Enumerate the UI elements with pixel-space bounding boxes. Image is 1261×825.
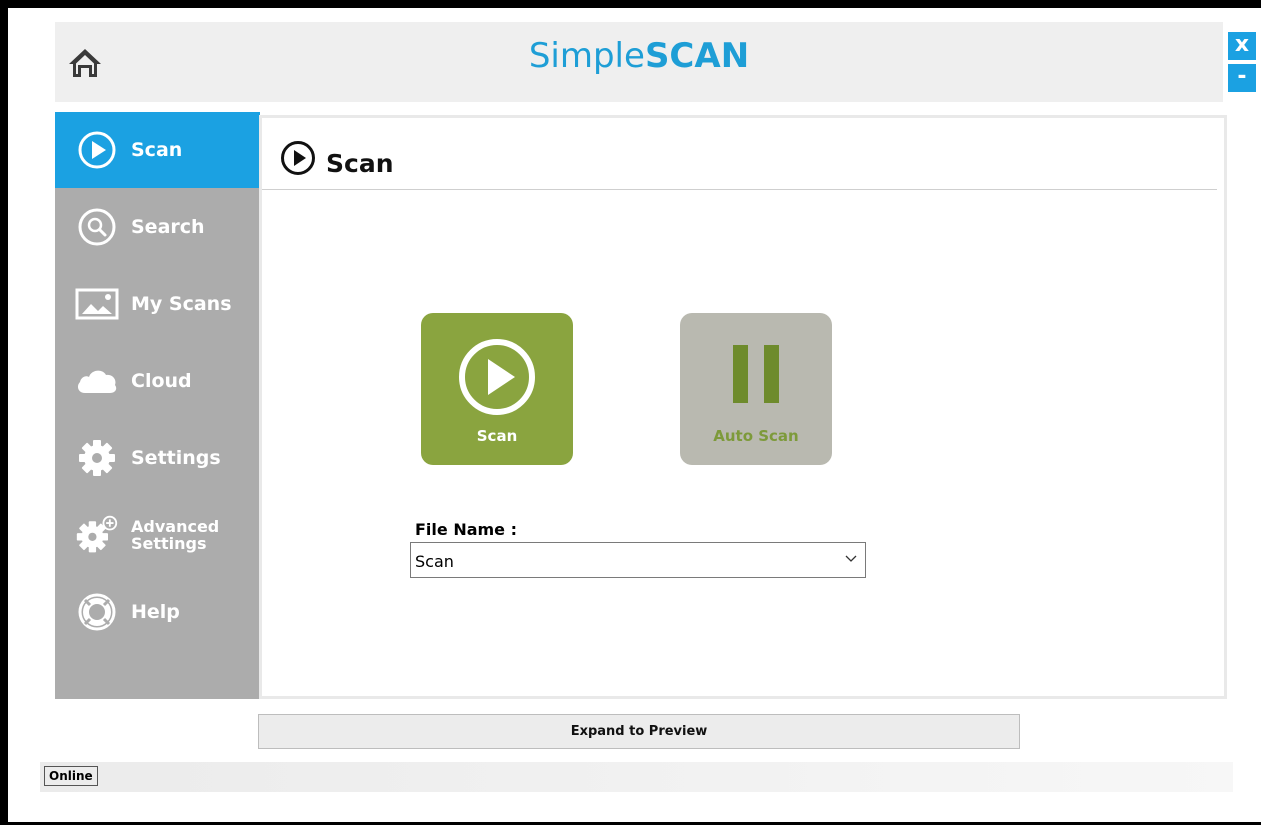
- minimize-icon: -: [1237, 64, 1247, 89]
- sidebar-item-label-line2: Settings: [131, 534, 207, 553]
- sidebar-item-advanced-settings[interactable]: Advanced Settings: [55, 497, 260, 573]
- status-bar: Online: [40, 762, 1233, 792]
- app-title-light: Simple: [528, 36, 645, 76]
- sidebar-item-label: Search: [131, 216, 205, 238]
- cloud-icon: [75, 359, 119, 403]
- sidebar: Scan Search My Scans Cloud Settings Adva…: [55, 112, 260, 699]
- auto-scan-button[interactable]: Auto Scan: [680, 313, 832, 465]
- sidebar-item-scan[interactable]: Scan: [55, 112, 260, 188]
- image-icon: [75, 282, 119, 326]
- sidebar-item-label: Scan: [131, 139, 183, 161]
- file-name-label: File Name :: [415, 520, 517, 539]
- scan-button[interactable]: Scan: [421, 313, 573, 465]
- gear-icon: [75, 436, 119, 480]
- close-button[interactable]: x: [1228, 32, 1256, 60]
- close-icon: x: [1234, 32, 1250, 57]
- header-divider: [262, 189, 1217, 190]
- sidebar-item-help[interactable]: Help: [55, 574, 260, 650]
- sidebar-item-search[interactable]: Search: [55, 189, 260, 265]
- app-title-bold: SCAN: [644, 36, 750, 76]
- sidebar-item-cloud[interactable]: Cloud: [55, 343, 260, 419]
- main-panel: Scan Scan Auto Scan File Name : Scan: [259, 115, 1227, 699]
- play-circle-icon: [459, 339, 535, 415]
- scan-button-label: Scan: [476, 427, 518, 445]
- lifebuoy-icon: [75, 590, 119, 634]
- status-badge: Online: [44, 766, 98, 786]
- sidebar-item-settings[interactable]: Settings: [55, 420, 260, 496]
- sidebar-item-label: Help: [131, 601, 180, 623]
- file-name-value: Scan: [415, 552, 454, 571]
- auto-scan-button-label: Auto Scan: [713, 427, 799, 445]
- search-icon: [75, 205, 119, 249]
- header-bar: SimpleSCAN: [55, 22, 1223, 102]
- expand-to-preview-button[interactable]: Expand to Preview: [258, 714, 1020, 749]
- sidebar-item-my-scans[interactable]: My Scans: [55, 266, 260, 342]
- file-name-dropdown[interactable]: Scan: [410, 542, 866, 578]
- sidebar-item-label: Cloud: [131, 370, 192, 392]
- minimize-button[interactable]: -: [1228, 64, 1256, 92]
- sidebar-item-label: Settings: [131, 447, 221, 469]
- sidebar-item-label: Advanced Settings: [131, 518, 219, 552]
- play-circle-icon: [75, 128, 119, 172]
- app-title: SimpleSCAN: [55, 36, 1223, 76]
- gear-plus-icon: [75, 513, 119, 557]
- pause-icon: [733, 345, 779, 403]
- sidebar-item-label: My Scans: [131, 293, 232, 315]
- chevron-down-icon: [845, 555, 857, 562]
- page-title: Scan: [326, 148, 394, 178]
- play-circle-icon: [281, 141, 315, 175]
- page-header: Scan: [280, 136, 394, 180]
